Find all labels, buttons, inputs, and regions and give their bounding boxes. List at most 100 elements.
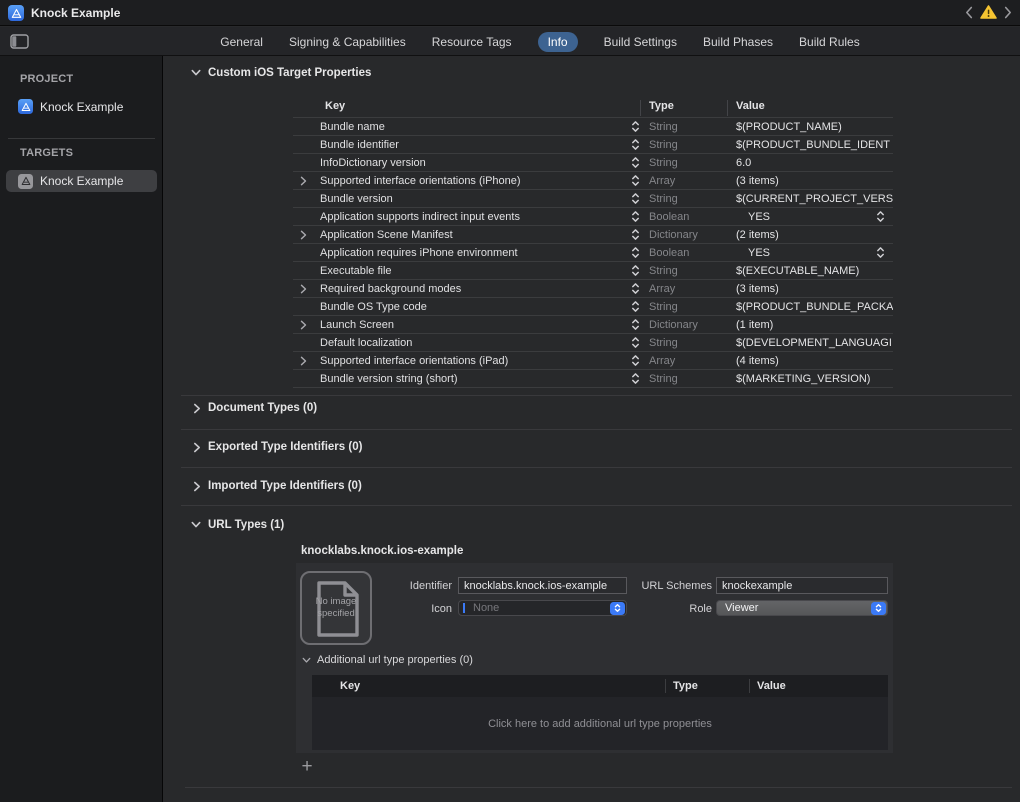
disclosure-chevron-icon[interactable] <box>300 284 307 294</box>
column-header-value: Value <box>736 100 765 112</box>
stepper-icon[interactable] <box>631 264 640 277</box>
chevron-right-icon[interactable] <box>193 403 201 414</box>
disclosure-chevron-icon[interactable] <box>300 356 307 366</box>
value-stepper-icon[interactable] <box>876 246 885 259</box>
table-row[interactable]: Default localization String $(DEVELOPMEN… <box>293 333 893 351</box>
sidebar-target-label: Knock Example <box>40 174 123 188</box>
additional-table-empty-row[interactable]: Click here to add additional url type pr… <box>312 697 888 750</box>
warning-icon[interactable] <box>980 5 997 19</box>
tab-build-settings[interactable]: Build Settings <box>604 35 677 49</box>
identifier-field[interactable] <box>458 577 627 594</box>
table-row[interactable]: Application requires iPhone environment … <box>293 243 893 261</box>
tab-resource-tags[interactable]: Resource Tags <box>432 35 512 49</box>
stepper-icon[interactable] <box>631 282 640 295</box>
property-value: $(PRODUCT_NAME) <box>736 121 842 133</box>
sidebar-divider <box>8 138 155 139</box>
table-row[interactable]: Required background modes Array (3 items… <box>293 279 893 297</box>
table-row[interactable]: InfoDictionary version String 6.0 <box>293 153 893 171</box>
chevron-right-icon[interactable] <box>193 481 201 492</box>
tab-general[interactable]: General <box>220 35 263 49</box>
property-value: $(PRODUCT_BUNDLE_IDENT <box>736 139 890 151</box>
stepper-icon[interactable] <box>631 228 640 241</box>
section-divider <box>181 467 1012 468</box>
stepper-icon[interactable] <box>631 372 640 385</box>
table-row[interactable]: Bundle identifier String $(PRODUCT_BUNDL… <box>293 135 893 153</box>
stepper-icon[interactable] <box>631 138 640 151</box>
property-key: Bundle OS Type code <box>313 301 625 313</box>
property-value: YES <box>748 211 770 223</box>
table-row[interactable]: Bundle name String $(PRODUCT_NAME) <box>293 117 893 135</box>
section-exported-type-identifiers[interactable]: Exported Type Identifiers (0) <box>193 441 362 453</box>
property-value: $(EXECUTABLE_NAME) <box>736 265 859 277</box>
table-row[interactable]: Launch Screen Dictionary (1 item) <box>293 315 893 333</box>
table-row[interactable]: Supported interface orientations (iPhone… <box>293 171 893 189</box>
property-type: String <box>645 139 731 151</box>
role-popup-value: Viewer <box>725 602 758 614</box>
table-row[interactable]: Application Scene Manifest Dictionary (2… <box>293 225 893 243</box>
additional-properties-label: Additional url type properties (0) <box>317 654 473 666</box>
property-value: 6.0 <box>736 157 751 169</box>
stepper-icon[interactable] <box>631 336 640 349</box>
stepper-icon[interactable] <box>631 174 640 187</box>
tab-build-rules[interactable]: Build Rules <box>799 35 860 49</box>
table-row[interactable]: Supported interface orientations (iPad) … <box>293 351 893 369</box>
chevron-right-icon[interactable] <box>193 442 201 453</box>
url-schemes-field[interactable] <box>716 577 888 594</box>
disclosure-chevron-icon[interactable] <box>300 320 307 330</box>
property-type: String <box>645 157 731 169</box>
section-divider <box>181 429 1012 430</box>
popup-stepper-button[interactable] <box>871 602 886 615</box>
icon-label: Icon <box>431 603 452 615</box>
icon-popup[interactable]: None <box>458 600 627 616</box>
nav-back-icon[interactable] <box>965 6 973 19</box>
chevron-down-icon[interactable] <box>191 521 201 529</box>
sidebar-targets-header: TARGETS <box>20 147 73 159</box>
project-icon <box>18 99 33 114</box>
value-stepper-icon[interactable] <box>876 210 885 223</box>
chevron-down-icon[interactable] <box>302 657 311 664</box>
section-document-types[interactable]: Document Types (0) <box>193 402 317 414</box>
editor-toolbar: General Signing & Capabilities Resource … <box>0 27 1020 56</box>
stepper-icon[interactable] <box>631 300 640 313</box>
property-key: Application Scene Manifest <box>313 229 625 241</box>
property-value: $(PRODUCT_BUNDLE_PACKA <box>736 301 893 313</box>
property-key: Application supports indirect input even… <box>313 211 625 223</box>
stepper-icon[interactable] <box>631 318 640 331</box>
editor-tab-bar: General Signing & Capabilities Resource … <box>60 27 1020 56</box>
sidebar-toggle-icon[interactable] <box>10 34 29 49</box>
table-row[interactable]: Application supports indirect input even… <box>293 207 893 225</box>
section-url-types[interactable]: URL Types (1) <box>191 519 284 531</box>
stepper-icon[interactable] <box>631 120 640 133</box>
stepper-icon[interactable] <box>631 156 640 169</box>
stepper-icon[interactable] <box>631 192 640 205</box>
url-type-image-well[interactable]: No image specified <box>300 571 372 645</box>
project-navigator-sidebar: PROJECT Knock Example TARGETS Knock Exam… <box>0 56 163 802</box>
stepper-icon[interactable] <box>631 246 640 259</box>
role-popup[interactable]: Viewer <box>716 600 888 616</box>
additional-table-header: Key Type Value <box>312 675 888 697</box>
sidebar-item-project[interactable]: Knock Example <box>18 99 123 114</box>
property-value: $(DEVELOPMENT_LANGUAGI <box>736 337 892 349</box>
table-row[interactable]: Executable file String $(EXECUTABLE_NAME… <box>293 261 893 279</box>
section-custom-ios-target-properties[interactable]: Custom iOS Target Properties <box>191 67 371 79</box>
tab-info[interactable]: Info <box>538 32 578 52</box>
stepper-icon[interactable] <box>631 210 640 223</box>
window-titlebar: Knock Example <box>0 0 1020 26</box>
xcode-window: Knock Example General Signing & Capabili… <box>0 0 1020 802</box>
disclosure-chevron-icon[interactable] <box>300 230 307 240</box>
table-row[interactable]: Bundle OS Type code String $(PRODUCT_BUN… <box>293 297 893 315</box>
tab-signing-capabilities[interactable]: Signing & Capabilities <box>289 35 406 49</box>
nav-forward-icon[interactable] <box>1004 6 1012 19</box>
additional-properties-header[interactable]: Additional url type properties (0) <box>302 654 473 666</box>
table-row[interactable]: Bundle version string (short) String $(M… <box>293 369 893 387</box>
stepper-icon[interactable] <box>631 354 640 367</box>
property-type: Array <box>645 283 731 295</box>
section-imported-type-identifiers[interactable]: Imported Type Identifiers (0) <box>193 480 362 492</box>
table-row[interactable]: Bundle version String $(CURRENT_PROJECT_… <box>293 189 893 207</box>
sidebar-item-target[interactable]: Knock Example <box>6 170 157 192</box>
add-url-type-button[interactable]: + <box>297 757 317 777</box>
tab-build-phases[interactable]: Build Phases <box>703 35 773 49</box>
chevron-down-icon[interactable] <box>191 69 201 77</box>
disclosure-chevron-icon[interactable] <box>300 176 307 186</box>
popup-stepper-button[interactable] <box>610 602 625 615</box>
